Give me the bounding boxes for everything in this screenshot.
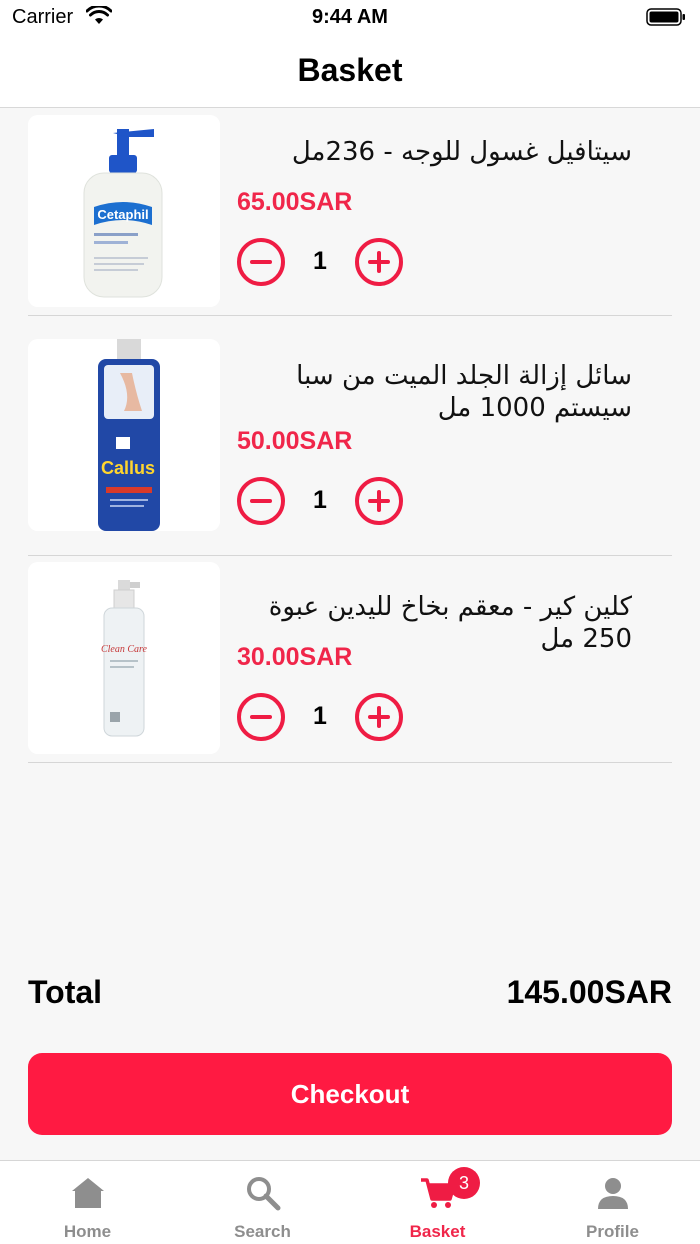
product-image[interactable]: Callus (28, 339, 220, 531)
product-brand-text: Cetaphil (97, 207, 148, 222)
page-title: Basket (297, 52, 403, 88)
product-image[interactable]: Cetaphil (28, 115, 220, 307)
search-icon (247, 1177, 281, 1211)
tab-label: Basket (409, 1222, 466, 1241)
increase-quantity-button[interactable] (355, 238, 403, 286)
total-label: Total (28, 974, 103, 1010)
tab-bar: Home Search 3 Basket Profile (0, 1160, 700, 1244)
total-value: 145.00SAR (506, 974, 672, 1010)
product-image[interactable]: Clean Care (28, 562, 220, 754)
checkout-button[interactable]: Checkout (28, 1053, 672, 1135)
increase-quantity-button[interactable] (355, 693, 403, 741)
product-brand-text: Callus (101, 458, 155, 478)
product-price: 65.00SAR (237, 188, 353, 216)
tab-basket[interactable]: 3 Basket (350, 1161, 525, 1244)
battery-icon (646, 8, 685, 26)
quantity-value: 1 (313, 702, 327, 730)
increase-quantity-button[interactable] (355, 477, 403, 525)
product-name: سيتافيل غسول للوجه - 236مل (291, 137, 632, 167)
home-icon (72, 1178, 104, 1208)
decrease-quantity-button[interactable] (237, 477, 285, 525)
basket-item: Callus سائل إزالة الجلد الميت من سبا سيس… (28, 332, 672, 556)
quantity-stepper: 1 (237, 477, 403, 525)
quantity-stepper: 1 (237, 238, 403, 286)
basket-item: Cetaphil سيتافيل غسول للوجه - 236مل 65.0… (28, 108, 672, 316)
tab-label: Profile (586, 1222, 639, 1241)
tab-home[interactable]: Home (0, 1161, 175, 1244)
tab-search[interactable]: Search (175, 1161, 350, 1244)
user-icon (598, 1178, 628, 1209)
decrease-quantity-button[interactable] (237, 238, 285, 286)
clock: 9:44 AM (312, 6, 388, 28)
product-brand-text: Clean Care (101, 644, 148, 655)
status-bar: Carrier 9:44 AM (0, 0, 700, 36)
product-name: سائل إزالة الجلد الميت من سبا سيستم 1000… (296, 361, 632, 423)
cart-badge: 3 (448, 1167, 480, 1199)
tab-label: Home (63, 1222, 112, 1241)
tab-label: Search (234, 1222, 291, 1241)
product-price: 50.00SAR (237, 427, 353, 455)
total-row: Total 145.00SAR (28, 974, 672, 1014)
basket-item: Clean Care كلين كير - معقم بخاخ لليدين ع… (28, 555, 672, 763)
quantity-value: 1 (313, 247, 327, 275)
quantity-value: 1 (313, 486, 327, 514)
quantity-stepper: 1 (237, 693, 403, 741)
product-price: 30.00SAR (237, 643, 353, 671)
nav-bar: Basket (0, 36, 700, 108)
decrease-quantity-button[interactable] (237, 693, 285, 741)
tab-profile[interactable]: Profile (525, 1161, 700, 1244)
